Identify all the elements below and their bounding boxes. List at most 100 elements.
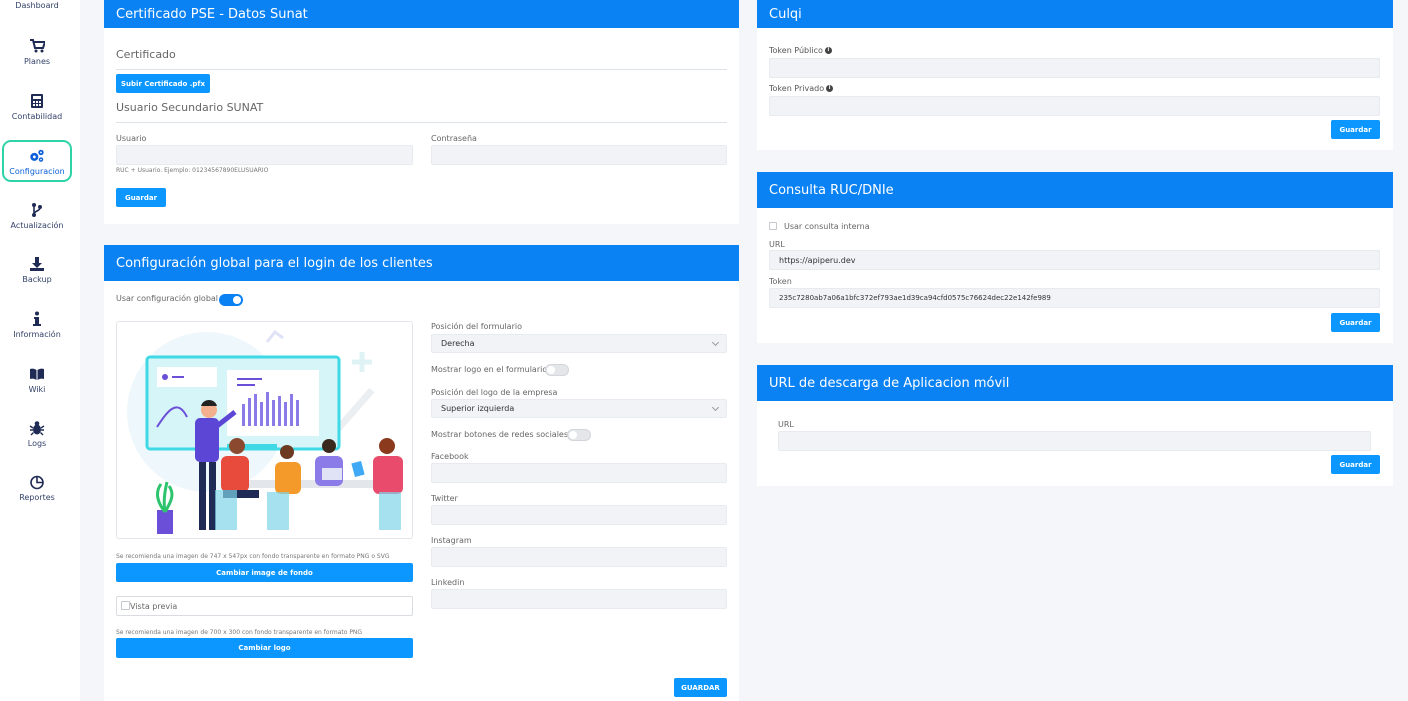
chevron-down-icon: [711, 403, 720, 412]
toggle-knob: [569, 431, 577, 439]
linkedin-label: Linkedin: [431, 578, 465, 587]
team-meeting-illustration: [127, 329, 403, 534]
twitter-input[interactable]: [431, 505, 727, 525]
internal-query-label: Usar consulta interna: [784, 222, 870, 231]
mobile-card-title: URL de descarga de Aplicacion móvil: [757, 365, 1393, 401]
sidebar-item-wiki[interactable]: Wiki: [2, 366, 72, 394]
cart-icon: [30, 39, 45, 53]
instagram-input[interactable]: [431, 547, 727, 567]
sidebar-item-label: Reportes: [19, 493, 55, 502]
login-config-card: Configuración global para el login de lo…: [104, 245, 739, 701]
branch-icon: [32, 203, 42, 217]
culqi-card-title: Culqi: [757, 0, 1393, 28]
sidebar-item-actualizacion[interactable]: Actualización: [2, 202, 72, 230]
sidebar-item-label: Wiki: [28, 385, 46, 394]
ruc-card-title: Consulta RUC/DNIe: [757, 172, 1393, 208]
facebook-input[interactable]: [431, 463, 727, 483]
divider: [116, 122, 727, 123]
toggle-knob: [233, 296, 241, 304]
change-background-button[interactable]: Cambiar image de fondo: [116, 563, 413, 582]
sidebar-item-logs[interactable]: Logs: [2, 420, 72, 448]
form-position-select[interactable]: Derecha: [431, 334, 727, 353]
pse-save-button[interactable]: Guardar: [116, 188, 166, 207]
mobile-save-button[interactable]: Guardar: [1331, 455, 1380, 474]
internal-query-checkbox[interactable]: [769, 222, 777, 230]
sidebar-item-label: Logs: [27, 439, 47, 448]
sidebar-item-dashboard[interactable]: Dashboard: [2, 1, 72, 10]
password-label: Contraseña: [431, 134, 477, 143]
change-logo-button[interactable]: Cambiar logo: [116, 638, 413, 658]
sidebar-item-label: Planes: [23, 57, 51, 66]
info-icon: i: [824, 47, 832, 54]
sidebar: Dashboard Planes Contabilidad Configurac…: [0, 0, 80, 701]
use-global-toggle[interactable]: [219, 294, 243, 306]
logo-position-select[interactable]: Superior izquierda: [431, 399, 727, 418]
form-position-label: Posición del formulario: [431, 322, 522, 331]
user-label: Usuario: [116, 134, 147, 143]
sidebar-item-label: Dashboard: [15, 1, 59, 10]
pie-chart-icon: [30, 475, 44, 490]
book-icon: [30, 368, 44, 380]
preview-checkbox[interactable]: [121, 601, 130, 610]
public-token-label-wrap: Token Público i: [769, 46, 832, 55]
login-save-button[interactable]: GUARDAR: [674, 678, 727, 697]
twitter-label: Twitter: [431, 494, 458, 503]
password-input[interactable]: [431, 145, 727, 165]
sidebar-item-reportes[interactable]: Reportes: [2, 474, 72, 502]
show-logo-label: Mostrar logo en el formulario: [431, 365, 548, 374]
mobile-app-card: URL de descarga de Aplicacion móvil URL …: [757, 365, 1393, 486]
logo-recommendation-text: Se recomienda una imagen de 700 x 300 co…: [116, 629, 363, 636]
private-token-input[interactable]: [769, 96, 1380, 116]
sidebar-item-backup[interactable]: Backup: [2, 256, 72, 284]
info-icon: i: [826, 85, 834, 92]
show-social-label: Mostrar botones de redes sociales: [431, 430, 569, 439]
bug-icon: [29, 421, 45, 436]
mobile-url-label: URL: [778, 420, 794, 429]
show-social-toggle[interactable]: [567, 429, 591, 441]
use-global-label: Usar configuración global: [116, 294, 219, 303]
private-token-label: Token Privado: [769, 84, 825, 93]
instagram-label: Instagram: [431, 536, 472, 545]
sidebar-item-planes[interactable]: Planes: [2, 38, 72, 66]
show-logo-toggle[interactable]: [545, 364, 569, 376]
sidebar-item-contabilidad[interactable]: Contabilidad: [2, 93, 72, 121]
user-help-text: RUC + Usuario. Ejemplo: 01234567890ELUSU…: [116, 167, 269, 174]
linkedin-input[interactable]: [431, 589, 727, 609]
chevron-down-icon: [711, 338, 720, 347]
logo-position-label: Posición del logo de la empresa: [431, 388, 558, 397]
background-preview-image: [116, 321, 413, 539]
sidebar-item-label: Actualización: [10, 221, 64, 230]
public-token-input[interactable]: [769, 58, 1380, 78]
upload-certificate-button[interactable]: Subir Certificado .pfx: [116, 74, 210, 93]
mobile-url-input[interactable]: [778, 431, 1371, 451]
sidebar-item-label: Configuracion: [9, 167, 65, 176]
facebook-label: Facebook: [431, 452, 469, 461]
logo-position-value: Superior izquierda: [441, 404, 515, 413]
pse-card: Certificado PSE - Datos Sunat Certificad…: [104, 0, 739, 224]
download-icon: [30, 257, 44, 271]
background-recommendation-text: Se recomienda una imagen de 747 x 547px …: [116, 553, 390, 560]
user-input[interactable]: [116, 145, 413, 165]
certificate-section-title: Certificado: [116, 48, 176, 61]
private-token-label-wrap: Token Privado i: [769, 84, 834, 93]
ruc-save-button[interactable]: Guardar: [1331, 313, 1380, 332]
info-icon: [33, 311, 41, 326]
calculator-icon: [31, 94, 43, 108]
preview-label: Vista previa: [130, 602, 178, 611]
sidebar-item-label: Contabilidad: [11, 112, 63, 121]
divider: [116, 69, 727, 70]
token-input[interactable]: 235c7280ab7a06a1bfc372ef793ae1d39ca94cfd…: [769, 288, 1380, 308]
culqi-save-button[interactable]: Guardar: [1331, 120, 1380, 139]
url-label: URL: [769, 240, 785, 249]
toggle-knob: [547, 366, 555, 374]
sidebar-item-configuracion[interactable]: Configuracion: [2, 140, 72, 182]
cogs-icon: [30, 149, 44, 162]
sidebar-item-informacion[interactable]: Información: [2, 311, 72, 339]
form-position-value: Derecha: [441, 339, 475, 348]
login-card-title: Configuración global para el login de lo…: [104, 245, 739, 281]
pse-card-title: Certificado PSE - Datos Sunat: [104, 0, 739, 28]
culqi-card: Culqi Token Público i Token Privado i Guar…: [757, 0, 1393, 150]
token-label: Token: [769, 277, 792, 286]
public-token-label: Token Público: [769, 46, 823, 55]
url-input[interactable]: https://apiperu.dev: [769, 250, 1380, 270]
